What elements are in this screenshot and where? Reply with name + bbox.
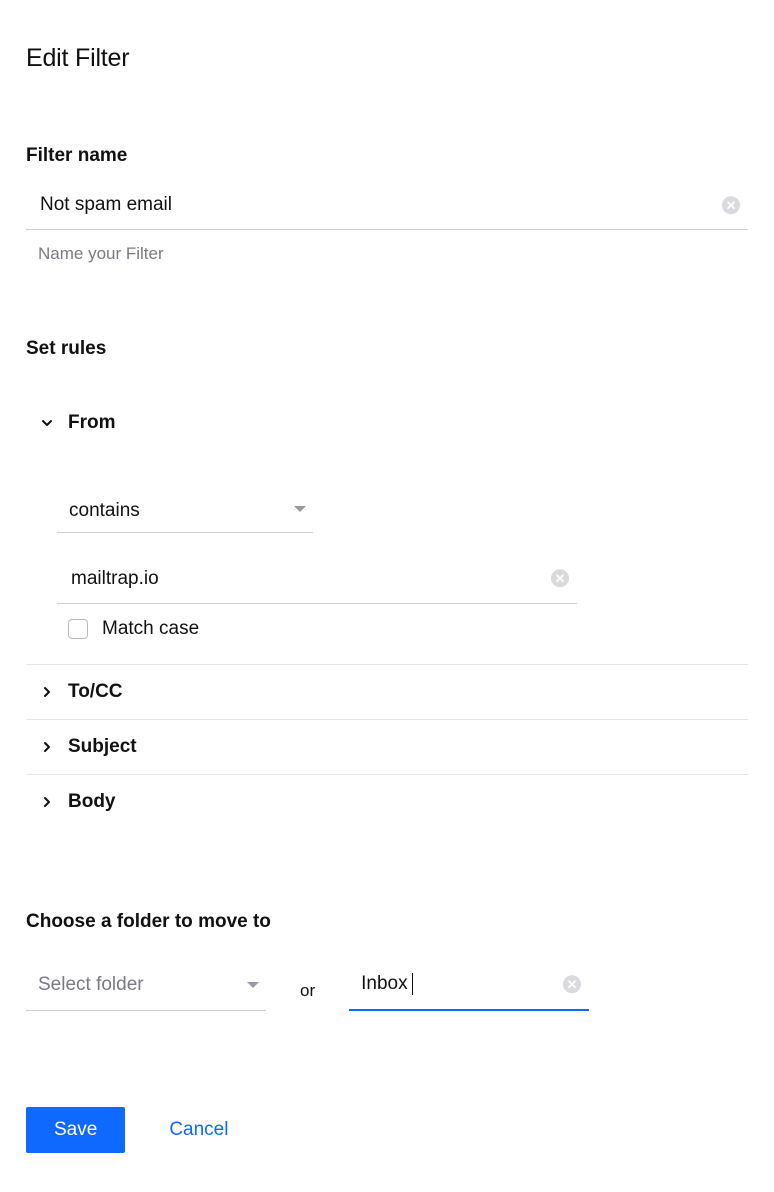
rule-from-label: From bbox=[68, 412, 116, 434]
set-rules-heading: Set rules bbox=[26, 338, 748, 360]
choose-folder-heading: Choose a folder to move to bbox=[26, 911, 748, 933]
chevron-right-icon bbox=[38, 738, 56, 756]
filter-name-label: Filter name bbox=[26, 145, 748, 167]
match-case-checkbox[interactable] bbox=[68, 619, 88, 639]
rule-body-header[interactable]: Body bbox=[26, 774, 748, 829]
from-value-input[interactable] bbox=[69, 567, 543, 591]
filter-name-helper: Name your Filter bbox=[38, 244, 748, 264]
filter-name-field-wrap bbox=[26, 185, 748, 230]
save-button[interactable]: Save bbox=[26, 1107, 125, 1153]
rule-body-label: Body bbox=[68, 791, 116, 813]
clear-from-value-button[interactable] bbox=[551, 569, 569, 587]
clear-filter-name-button[interactable] bbox=[722, 196, 740, 214]
text-cursor-icon bbox=[412, 973, 413, 995]
clear-folder-input-button[interactable] bbox=[563, 975, 581, 993]
chevron-right-icon bbox=[38, 683, 56, 701]
chevron-right-icon bbox=[38, 793, 56, 811]
filter-name-input[interactable] bbox=[38, 193, 714, 217]
rule-subject-label: Subject bbox=[68, 736, 137, 758]
folder-input-wrap: Inbox bbox=[349, 963, 589, 1011]
folder-select[interactable]: Select folder bbox=[26, 964, 266, 1011]
rule-tocc-header[interactable]: To/CC bbox=[26, 664, 748, 719]
cancel-button[interactable]: Cancel bbox=[169, 1119, 228, 1141]
caret-down-icon bbox=[293, 502, 307, 520]
folder-input[interactable]: Inbox bbox=[361, 973, 412, 994]
match-case-label: Match case bbox=[102, 618, 199, 640]
page-title: Edit Filter bbox=[26, 44, 748, 73]
match-case-row: Match case bbox=[68, 618, 748, 640]
x-icon bbox=[555, 573, 565, 583]
chevron-down-icon bbox=[38, 414, 56, 432]
x-icon bbox=[726, 200, 736, 210]
rule-subject-header[interactable]: Subject bbox=[26, 719, 748, 774]
folder-select-placeholder: Select folder bbox=[38, 974, 144, 995]
caret-down-icon bbox=[246, 978, 260, 996]
from-value-field-wrap bbox=[57, 557, 577, 604]
x-icon bbox=[567, 979, 577, 989]
from-operator-select[interactable]: contains bbox=[57, 490, 313, 533]
or-separator: or bbox=[300, 981, 315, 1011]
rule-tocc-label: To/CC bbox=[68, 681, 123, 703]
from-operator-value: contains bbox=[69, 500, 140, 521]
rule-from-header[interactable]: From bbox=[26, 396, 748, 450]
rule-from-body: contains Match case bbox=[26, 450, 748, 664]
